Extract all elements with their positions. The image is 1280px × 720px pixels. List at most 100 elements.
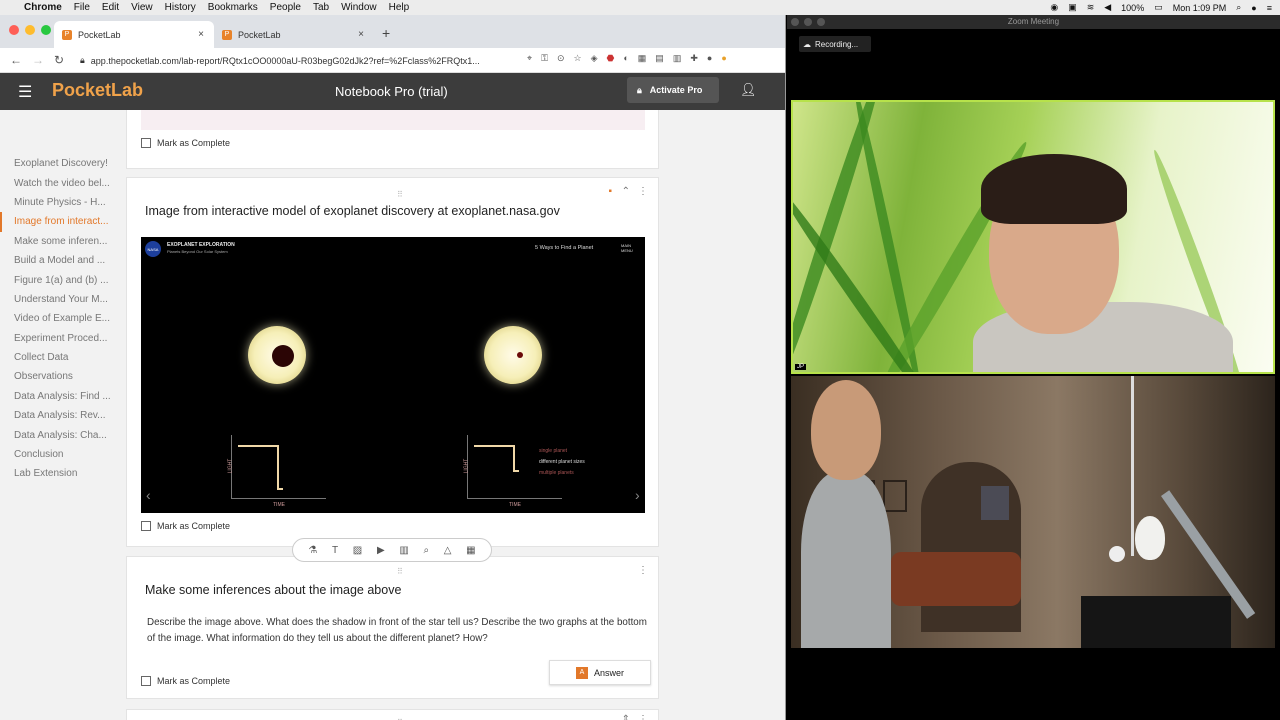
- mark-complete-checkbox[interactable]: Mark as Complete: [141, 521, 230, 531]
- menu-edit[interactable]: Edit: [102, 2, 119, 13]
- mark-complete-checkbox[interactable]: Mark as Complete: [141, 676, 230, 686]
- menu-tab[interactable]: Tab: [313, 2, 329, 13]
- location-icon[interactable]: ⌖: [527, 53, 532, 64]
- wifi-icon[interactable]: ≋: [1087, 2, 1095, 13]
- bookmark-star-icon[interactable]: ☆: [573, 53, 581, 64]
- sensor-icon[interactable]: ⚗: [308, 545, 317, 556]
- participant-video-active[interactable]: JP: [791, 100, 1275, 374]
- checkbox[interactable]: [141, 138, 151, 148]
- menu-app-name[interactable]: Chrome: [24, 2, 62, 13]
- toc-item[interactable]: Exoplanet Discovery!: [0, 154, 116, 173]
- siri-icon[interactable]: ●: [1251, 3, 1256, 13]
- toc-item[interactable]: Collect Data: [0, 348, 116, 367]
- browser-tab-active[interactable]: P PocketLab ×: [54, 21, 214, 48]
- zoom-icon[interactable]: ▣: [1068, 2, 1077, 13]
- spotlight-search-icon[interactable]: ⌕: [1236, 2, 1241, 13]
- extension-icon[interactable]: ●: [721, 53, 726, 64]
- menu-history[interactable]: History: [165, 2, 196, 13]
- menu-help[interactable]: Help: [389, 2, 410, 13]
- drive-icon[interactable]: △: [444, 545, 452, 556]
- toc-item[interactable]: Data Analysis: Find ...: [0, 387, 116, 406]
- chart-icon[interactable]: ▥: [399, 545, 408, 556]
- toc-item[interactable]: Understand Your M...: [0, 290, 116, 309]
- menu-view[interactable]: View: [131, 2, 153, 13]
- browser-tab[interactable]: P PocketLab ×: [214, 21, 374, 48]
- comment-icon[interactable]: ▪: [608, 186, 612, 197]
- video-icon[interactable]: ▶: [377, 545, 385, 556]
- pocketlab-logo[interactable]: PocketLab: [52, 80, 143, 101]
- close-tab-icon[interactable]: ×: [358, 29, 364, 40]
- toc-item[interactable]: Conclusion: [0, 445, 116, 464]
- adblock-icon[interactable]: ⬣: [606, 53, 614, 64]
- reload-icon[interactable]: ↻: [54, 53, 66, 67]
- extension-icon[interactable]: ◈: [591, 53, 598, 64]
- search-image-icon[interactable]: ⌕: [423, 545, 429, 556]
- toc-item[interactable]: Experiment Proced...: [0, 329, 116, 348]
- answer-button[interactable]: A Answer: [549, 660, 651, 685]
- user-icon[interactable]: 👤︎: [740, 82, 757, 98]
- extension-icon[interactable]: ▥: [673, 53, 682, 64]
- menu-file[interactable]: File: [74, 2, 90, 13]
- add-image-icon[interactable]: ▨: [353, 545, 362, 556]
- toc-item[interactable]: Data Analysis: Cha...: [0, 425, 116, 444]
- checkbox[interactable]: [141, 521, 151, 531]
- minimize-window-button[interactable]: [804, 18, 812, 26]
- extension-icon[interactable]: ▦: [638, 53, 647, 64]
- minimize-window-button[interactable]: [25, 25, 35, 35]
- record-icon[interactable]: ◉: [1050, 2, 1058, 13]
- toc-item[interactable]: Image from interact...: [0, 212, 116, 232]
- maximize-window-button[interactable]: [41, 25, 51, 35]
- more-options-icon[interactable]: ⋮: [638, 186, 648, 197]
- recording-indicator[interactable]: ☁ Recording...: [799, 36, 871, 52]
- legend-single-planet[interactable]: single planet: [539, 448, 567, 454]
- profile-avatar-icon[interactable]: ●: [707, 53, 712, 64]
- main-menu-button[interactable]: MAIN MENU: [621, 243, 639, 253]
- puzzle-icon[interactable]: ✚: [690, 53, 698, 64]
- more-options-icon[interactable]: ⋮: [638, 565, 648, 576]
- key-icon[interactable]: ⚿: [541, 53, 548, 64]
- legend-different-sizes[interactable]: different planet sizes: [539, 459, 585, 465]
- activate-pro-button[interactable]: 🔒︎ Activate Pro: [627, 77, 719, 103]
- next-arrow-icon[interactable]: ›: [635, 487, 640, 503]
- legend-multiple-planets[interactable]: multiple planets: [539, 470, 574, 476]
- extension-icon[interactable]: ◐: [623, 53, 628, 64]
- more-options-icon[interactable]: ⋮: [638, 714, 648, 720]
- participant-video[interactable]: [791, 376, 1275, 648]
- collapse-icon[interactable]: ⌃: [622, 186, 630, 197]
- forward-icon[interactable]: →: [32, 53, 44, 67]
- toc-item[interactable]: Watch the video bel...: [0, 173, 116, 192]
- clock[interactable]: Mon 1:09 PM: [1173, 3, 1227, 13]
- table-icon[interactable]: ▦: [466, 545, 475, 556]
- toc-item[interactable]: Lab Extension: [0, 464, 116, 483]
- volume-icon[interactable]: ◀: [1104, 2, 1111, 13]
- new-tab-button[interactable]: +: [382, 25, 390, 41]
- drag-handle-icon[interactable]: ⠿: [397, 190, 403, 199]
- notification-center-icon[interactable]: ≡: [1267, 3, 1272, 13]
- previous-arrow-icon[interactable]: ‹: [146, 487, 151, 503]
- text-icon[interactable]: T: [332, 545, 338, 556]
- close-window-button[interactable]: [9, 25, 19, 35]
- exoplanet-model-image[interactable]: NASA EXOPLANET EXPLORATION Planets Beyon…: [141, 237, 645, 513]
- toc-item[interactable]: Observations: [0, 367, 116, 386]
- drag-handle-icon[interactable]: ⠿: [397, 567, 403, 576]
- back-icon[interactable]: ←: [10, 53, 22, 67]
- battery-percent[interactable]: 100%: [1121, 3, 1144, 13]
- toc-item[interactable]: Make some inferen...: [0, 232, 116, 251]
- url-field[interactable]: 🔒︎ app.thepocketlab.com/lab-report/RQtx1…: [80, 52, 526, 69]
- settings-icon[interactable]: ⊙: [557, 53, 565, 64]
- checkbox[interactable]: [141, 676, 151, 686]
- expand-collapse-icon[interactable]: ⇕: [622, 714, 630, 720]
- toc-item[interactable]: Figure 1(a) and (b) ...: [0, 270, 116, 289]
- toc-item[interactable]: Data Analysis: Rev...: [0, 406, 116, 425]
- close-tab-icon[interactable]: ×: [198, 29, 204, 40]
- menu-people[interactable]: People: [270, 2, 301, 13]
- close-window-button[interactable]: [791, 18, 799, 26]
- menu-window[interactable]: Window: [341, 2, 377, 13]
- menu-icon[interactable]: ☰: [18, 82, 32, 102]
- method-dropdown[interactable]: 5 Ways to Find a Planet: [535, 245, 593, 251]
- toc-item[interactable]: Video of Example E...: [0, 309, 116, 328]
- toc-item[interactable]: Build a Model and ...: [0, 251, 116, 270]
- maximize-window-button[interactable]: [817, 18, 825, 26]
- menu-bookmarks[interactable]: Bookmarks: [208, 2, 258, 13]
- mark-complete-checkbox[interactable]: Mark as Complete: [141, 138, 230, 148]
